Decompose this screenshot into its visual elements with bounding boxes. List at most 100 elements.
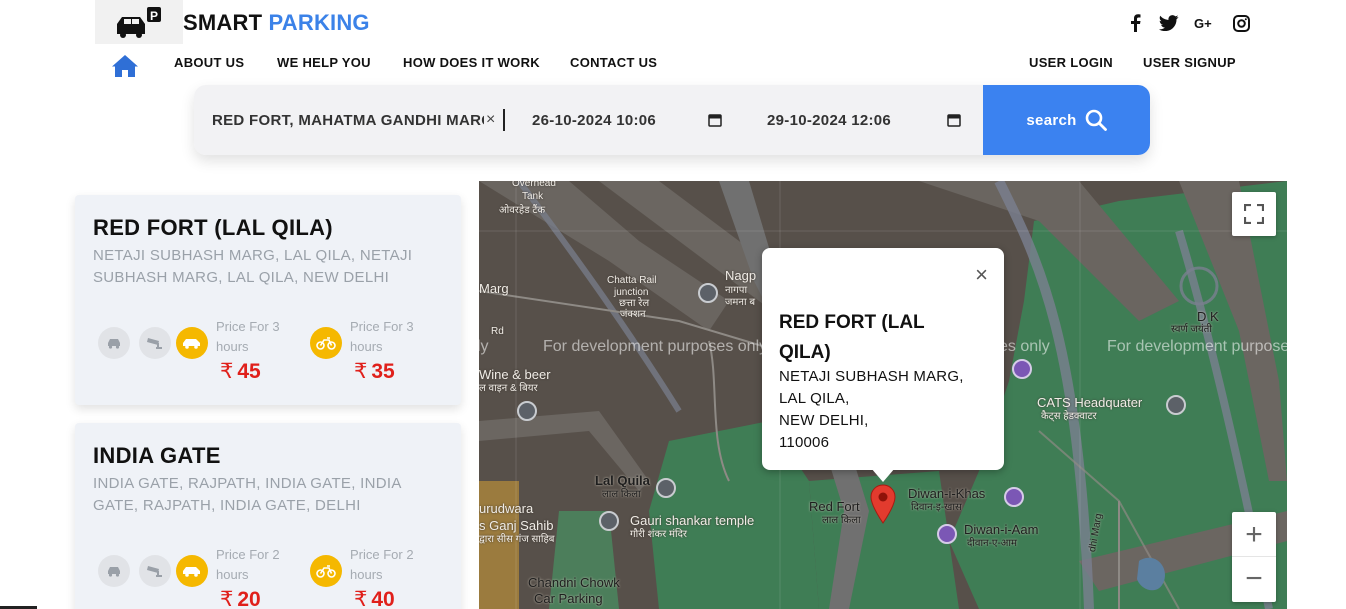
cctv-camera-icon (139, 555, 171, 587)
user-signup-link[interactable]: USER SIGNUP (1143, 55, 1236, 70)
search-button[interactable]: search (983, 85, 1150, 155)
instagram-icon (1232, 14, 1250, 32)
popup-address-line: NETAJI SUBHASH MARG, (779, 368, 964, 385)
map-label: लाल किला (822, 515, 861, 526)
svg-text:P: P (150, 9, 158, 23)
brand-part1: SMART (183, 10, 263, 35)
bike-price-value: ₹35 (354, 359, 395, 384)
home-link[interactable] (111, 54, 139, 80)
map-label: ओवरहेड टैंक (499, 205, 546, 216)
twitter-icon (1159, 15, 1179, 31)
map-label: Car Parking (534, 591, 603, 606)
rupee-symbol: ₹ (354, 588, 368, 609)
map-label: कैट्स हेडक्वाटर (1041, 411, 1097, 422)
nav-contact-us[interactable]: CONTACT US (570, 55, 657, 70)
map-label: D K (1197, 309, 1219, 324)
shop-poi-icon[interactable] (517, 401, 537, 421)
monument-poi-icon[interactable] (937, 524, 957, 544)
end-datetime-input[interactable]: 29-10-2024 12:06 (744, 85, 983, 155)
map-label: Lal Quila (595, 473, 650, 488)
transit-poi-icon[interactable] (698, 283, 718, 303)
car-price-icon (176, 327, 208, 359)
calendar-icon[interactable] (708, 113, 722, 127)
map-label: Red Fort (809, 499, 860, 514)
card-title: RED FORT (LAL QILA) (93, 215, 333, 240)
map-label: गौरी शंकर मंदिर (630, 529, 687, 540)
map-label: s Ganj Sahib (479, 518, 554, 533)
map-label: ल वाइन & बियर (479, 383, 538, 394)
zoom-control: + − (1232, 512, 1276, 602)
bike-price-amount: 40 (371, 588, 395, 609)
text-caret (503, 109, 505, 131)
car-price-amount: 20 (237, 588, 261, 609)
popup-tail (871, 468, 895, 482)
twitter-link[interactable] (1158, 12, 1180, 34)
place-poi-icon[interactable] (1166, 395, 1186, 415)
map-label: दीवान-ए-आम (967, 538, 1017, 549)
location-marker-icon[interactable] (870, 484, 896, 524)
map-label: Gauri shankar temple (630, 513, 755, 528)
nav-we-help-you[interactable]: WE HELP YOU (277, 55, 371, 70)
map-label: जमना ब (725, 297, 756, 308)
calendar-icon[interactable] (947, 113, 961, 127)
map-label: नागपा (725, 285, 748, 296)
cctv-camera-icon (139, 327, 171, 359)
nav-about-us[interactable]: ABOUT US (174, 55, 244, 70)
car-amenity-icon (98, 327, 130, 359)
map-label: Tank (522, 191, 544, 202)
bike-price-label: Price For 3 hours (350, 319, 414, 354)
search-icon (1085, 109, 1107, 131)
clear-location-icon[interactable]: × (486, 111, 495, 129)
parking-card-india-gate[interactable]: INDIA GATE INDIA GATE, RAJPATH, INDIA GA… (75, 423, 461, 609)
nav-how-does-it-work[interactable]: HOW DOES IT WORK (403, 55, 540, 70)
map-view[interactable]: ly For development purposes only For dev… (479, 181, 1287, 609)
map-label: लाल किला (602, 489, 641, 500)
fullscreen-icon (1244, 204, 1264, 224)
card-address: INDIA GATE, RAJPATH, INDIA GATE, INDIA G… (93, 475, 401, 514)
map-label: स्वर्ण जयंती (1171, 324, 1212, 335)
user-login-link[interactable]: USER LOGIN (1029, 55, 1113, 70)
start-datetime-value: 26-10-2024 10:06 (532, 111, 657, 129)
rupee-symbol: ₹ (220, 360, 234, 383)
location-value: RED FORT, MAHATMA GANDHI MARG (212, 111, 484, 129)
close-icon[interactable]: × (975, 262, 988, 288)
map-dev-watermark: ly (479, 338, 489, 355)
bike-price-value: ₹40 (354, 587, 395, 609)
facebook-link[interactable] (1124, 12, 1146, 34)
brand-name[interactable]: SMART PARKING (183, 10, 370, 36)
car-price-value: ₹20 (220, 587, 261, 609)
location-input[interactable]: RED FORT, MAHATMA GANDHI MARG × (194, 85, 512, 155)
logo[interactable]: P (95, 0, 183, 44)
map-dev-watermark: For development purposes only (543, 338, 768, 355)
map-label: Marg (479, 281, 509, 296)
start-datetime-input[interactable]: 26-10-2024 10:06 (512, 85, 744, 155)
google-plus-icon: G+ (1194, 16, 1212, 30)
bike-price-icon (310, 555, 342, 587)
google-plus-link[interactable]: G+ (1194, 12, 1216, 34)
car-amenity-icon (98, 555, 130, 587)
map-label: छत्ता रेल (619, 298, 650, 309)
map-label: Chatta Rail (607, 275, 657, 286)
bike-price-icon (310, 327, 342, 359)
map-label: Chandni Chowk (528, 575, 620, 590)
transit-poi-icon[interactable] (656, 478, 676, 498)
temple-poi-icon[interactable] (599, 511, 619, 531)
map-label: Overhead (512, 181, 556, 189)
map-label: Diwan-i-Khas (908, 486, 986, 501)
zoom-in-button[interactable]: + (1232, 513, 1276, 557)
rupee-symbol: ₹ (220, 588, 234, 609)
zoom-out-button[interactable]: − (1232, 557, 1276, 601)
monument-poi-icon[interactable] (1012, 359, 1032, 379)
map-label: दिवान-इ-खास (911, 502, 962, 513)
map-label: Diwan-i-Aam (964, 522, 1039, 537)
fullscreen-button[interactable] (1232, 192, 1276, 236)
parking-card-red-fort[interactable]: RED FORT (LAL QILA) NETAJI SUBHASH MARG,… (75, 195, 461, 405)
map-label: junction (614, 287, 649, 298)
bike-price-amount: 35 (371, 360, 395, 383)
monument-poi-icon[interactable] (1004, 487, 1024, 507)
search-bar: RED FORT, MAHATMA GANDHI MARG × 26-10-20… (194, 85, 1150, 155)
car-price-label: Price For 3 hours (216, 319, 280, 354)
popup-address-line: LAL QILA, (779, 390, 850, 407)
instagram-link[interactable] (1230, 12, 1252, 34)
smart-parking-page: P SMART PARKING G+ ABOUT US WE HELP YOU … (0, 0, 1346, 609)
